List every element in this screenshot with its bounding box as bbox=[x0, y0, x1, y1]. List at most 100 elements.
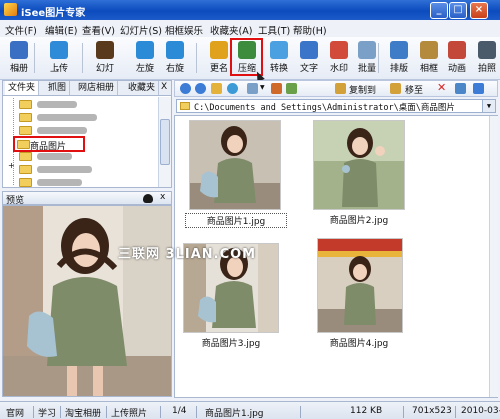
folder-icon bbox=[19, 178, 32, 187]
dropdown-arrow-icon[interactable]: ▾ bbox=[56, 67, 59, 74]
thumbnail-2[interactable] bbox=[313, 120, 405, 210]
slideshow-icon bbox=[96, 41, 114, 59]
toolbar-button-text[interactable]: 文字 bbox=[292, 39, 326, 77]
thumbnail-1[interactable] bbox=[189, 120, 281, 210]
folder-icon bbox=[19, 152, 32, 161]
properties-icon[interactable] bbox=[455, 83, 466, 94]
thumbnail-caption-1[interactable]: 商品图片1.jpg bbox=[185, 213, 287, 228]
grid-scrollbar[interactable] bbox=[489, 116, 498, 397]
app-window: iSee图片专家 _ □ × 文件(F) 编辑(E) 查看(V) 幻灯片(S) … bbox=[0, 0, 500, 419]
blurred-folder-name bbox=[37, 101, 77, 108]
app-icon bbox=[4, 3, 17, 16]
move-to-button[interactable]: 移至 bbox=[405, 83, 423, 96]
album-icon bbox=[10, 41, 28, 59]
toolbar-button-rotate-left[interactable]: 左旋 bbox=[128, 39, 162, 77]
preview-header: 预览 x bbox=[2, 191, 172, 206]
menu-view[interactable]: 查看(V) bbox=[82, 23, 115, 37]
toolbar-button-batch[interactable]: 批量 bbox=[350, 39, 384, 77]
rotate-left-icon bbox=[136, 41, 154, 59]
title-bar: iSee图片专家 _ □ × bbox=[0, 0, 500, 20]
scrollbar-thumb[interactable] bbox=[160, 119, 170, 165]
chevron-down-icon[interactable]: ▼ bbox=[260, 84, 265, 91]
toolbar-button-layout[interactable]: 排版 bbox=[382, 39, 416, 77]
toolbar-separator bbox=[196, 43, 197, 73]
folder-icon bbox=[180, 102, 190, 110]
toolbar-label: 拍照 bbox=[477, 64, 496, 74]
tab-shop-album[interactable]: 网店相册 bbox=[75, 81, 119, 95]
toolbar-label: 动画 bbox=[447, 64, 466, 74]
toolbar-label: 文字 bbox=[299, 64, 318, 74]
navigation-bar: ▼ 复制到 移至 ✕ bbox=[174, 80, 498, 97]
copy-to-button[interactable]: 复制到 bbox=[349, 83, 376, 96]
toolbar-button-animation[interactable]: 动画 bbox=[440, 39, 474, 77]
toolbar-label: 转换 bbox=[269, 64, 288, 74]
thumbnail-caption-4[interactable]: 商品图片4.jpg bbox=[309, 336, 409, 349]
maximize-button[interactable]: □ bbox=[449, 2, 467, 19]
menu-file[interactable]: 文件(F) bbox=[5, 23, 37, 37]
fullscreen-icon[interactable] bbox=[473, 83, 484, 94]
toolbar-button-camera[interactable]: 拍照 bbox=[470, 39, 500, 77]
rename-icon bbox=[210, 41, 228, 59]
menu-favorites[interactable]: 收藏夹(A) bbox=[210, 23, 252, 37]
status-filename: 商品图片1.jpg bbox=[205, 409, 264, 419]
status-link-official[interactable]: 官网 bbox=[6, 406, 24, 419]
up-folder-icon[interactable] bbox=[211, 83, 222, 94]
qq-icon[interactable] bbox=[143, 194, 153, 203]
address-bar[interactable]: C:\Documents and Settings\Administrator\… bbox=[176, 99, 496, 113]
status-date: 2010-03- bbox=[461, 406, 500, 416]
toolbar-button-convert[interactable]: 转换 bbox=[262, 39, 296, 77]
expand-icon[interactable]: + bbox=[8, 161, 15, 170]
view-mode-icon[interactable] bbox=[247, 83, 258, 94]
refresh-icon[interactable] bbox=[227, 83, 238, 94]
animation-icon bbox=[448, 41, 466, 59]
status-file-size: 112 KB bbox=[350, 406, 383, 416]
status-position: 1/4 bbox=[172, 406, 187, 416]
sort-icon[interactable] bbox=[271, 83, 282, 94]
status-link-upload-photos[interactable]: 上传照片 bbox=[111, 406, 147, 419]
blurred-folder-name bbox=[37, 179, 82, 186]
tree-scrollbar[interactable] bbox=[158, 97, 171, 187]
toolbar-button-upload[interactable]: 上传 ▾ bbox=[42, 39, 76, 77]
left-panel-tabs: 文件夹 抓图 网店相册 收藏夹 X bbox=[2, 80, 172, 96]
folder-icon bbox=[19, 100, 32, 109]
filter-icon[interactable] bbox=[286, 83, 297, 94]
batch-icon bbox=[358, 41, 376, 59]
watermark-text: 三联网 3LIAN.COM bbox=[118, 247, 257, 262]
thumbnail-caption-2[interactable]: 商品图片2.jpg bbox=[309, 213, 409, 226]
text-icon bbox=[300, 41, 318, 59]
tabs-close-icon[interactable]: X bbox=[161, 82, 167, 92]
thumbnail-caption-3[interactable]: 商品图片3.jpg bbox=[181, 336, 281, 349]
menu-tools[interactable]: 工具(T) bbox=[258, 23, 290, 37]
toolbar-button-rotate-right[interactable]: 右旋 bbox=[158, 39, 192, 77]
rotate-right-icon bbox=[166, 41, 184, 59]
preview-close-icon[interactable]: x bbox=[160, 192, 165, 202]
toolbar-label: 右旋 bbox=[165, 64, 184, 74]
address-dropdown-icon[interactable]: ▼ bbox=[482, 100, 495, 112]
blurred-folder-name bbox=[37, 114, 97, 121]
status-link-taobao-album[interactable]: 淘宝相册 bbox=[65, 406, 101, 419]
toolbar-label: 批量 bbox=[357, 64, 376, 74]
toolbar-label: 左旋 bbox=[135, 64, 154, 74]
thumbnail-4[interactable] bbox=[317, 238, 403, 333]
menu-slideshow[interactable]: 幻灯片(S) bbox=[120, 23, 162, 37]
back-icon[interactable] bbox=[180, 83, 191, 94]
delete-icon[interactable]: ✕ bbox=[437, 81, 446, 94]
toolbar-button-album[interactable]: 相册 ▾ bbox=[2, 39, 36, 77]
toolbar-button-slideshow[interactable]: 幻灯 bbox=[88, 39, 122, 77]
menu-edit[interactable]: 编辑(E) bbox=[45, 23, 77, 37]
convert-icon bbox=[270, 41, 288, 59]
status-link-learn[interactable]: 学习 bbox=[38, 406, 56, 419]
tab-folders[interactable]: 文件夹 bbox=[5, 81, 40, 95]
close-button[interactable]: × bbox=[470, 2, 488, 19]
tab-capture[interactable]: 抓图 bbox=[45, 81, 71, 95]
tab-favorites[interactable]: 收藏夹 bbox=[125, 81, 160, 95]
tree-selection-highlight bbox=[13, 136, 85, 152]
minimize-button[interactable]: _ bbox=[430, 2, 448, 19]
menu-help[interactable]: 帮助(H) bbox=[293, 23, 327, 37]
copy-to-icon bbox=[335, 83, 346, 94]
forward-icon[interactable] bbox=[195, 83, 206, 94]
preview-pane bbox=[2, 205, 172, 397]
layout-icon bbox=[390, 41, 408, 59]
menu-frame-fun[interactable]: 相框娱乐 bbox=[165, 23, 203, 37]
dropdown-arrow-icon[interactable]: ▾ bbox=[16, 67, 19, 74]
